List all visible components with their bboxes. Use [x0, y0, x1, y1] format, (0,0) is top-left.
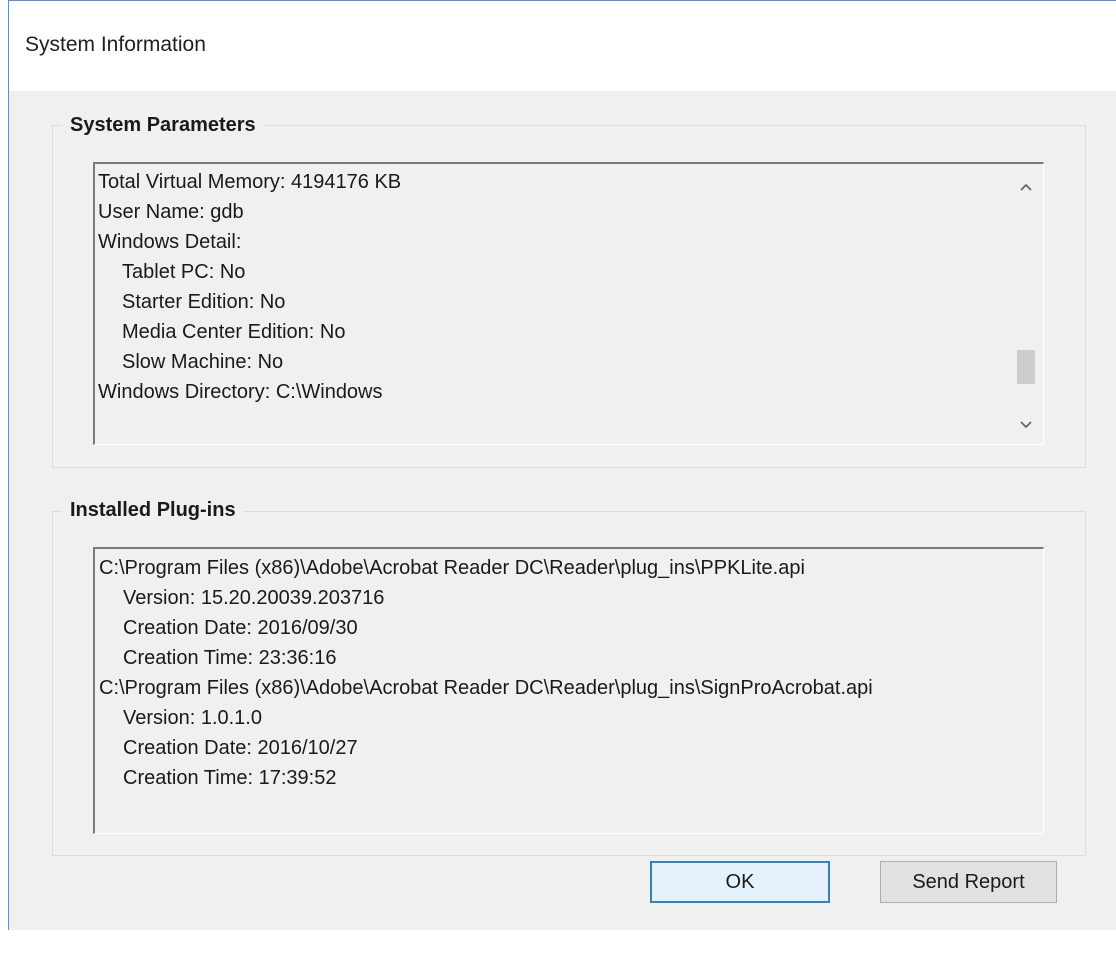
send-report-button[interactable]: Send Report [880, 861, 1057, 903]
system-information-dialog: System Information System Parameters Tot… [8, 0, 1116, 930]
list-item: Version: 1.0.1.0 [123, 707, 262, 729]
installed-plugins-lines: C:\Program Files (x86)\Adobe\Acrobat Rea… [99, 553, 873, 793]
chevron-down-icon[interactable] [1009, 408, 1043, 442]
chevron-up-icon[interactable] [1009, 170, 1043, 204]
installed-plugins-listbox[interactable]: C:\Program Files (x86)\Adobe\Acrobat Rea… [93, 547, 1044, 834]
title-bar[interactable]: System Information [9, 1, 1116, 91]
system-parameters-listbox[interactable]: Total Virtual Memory: 4194176 KB User Nam… [93, 162, 1044, 445]
list-item: Creation Time: 17:39:52 [123, 767, 337, 789]
list-item: User Name: gdb [98, 201, 244, 223]
list-item: Starter Edition: No [122, 291, 286, 313]
list-item: C:\Program Files (x86)\Adobe\Acrobat Rea… [99, 557, 805, 579]
list-item: Version: 15.20.20039.203716 [123, 587, 385, 609]
system-parameters-lines: Total Virtual Memory: 4194176 KB User Nam… [98, 167, 401, 407]
list-item: Windows Detail: [98, 231, 242, 253]
list-item: Slow Machine: No [122, 351, 284, 373]
list-item: Creation Date: 2016/10/27 [123, 737, 358, 759]
list-item: Windows Directory: C:\Windows [98, 381, 383, 403]
scroll-thumb[interactable] [1017, 350, 1035, 385]
ok-button[interactable]: OK [650, 861, 830, 903]
system-parameters-scrollbar[interactable] [1009, 164, 1043, 444]
list-item: Media Center Edition: No [122, 321, 346, 343]
installed-plugins-label: Installed Plug-ins [62, 499, 244, 522]
window-title: System Information [25, 33, 206, 56]
system-parameters-label: System Parameters [62, 114, 264, 137]
list-item: Creation Date: 2016/09/30 [123, 617, 358, 639]
list-item: Tablet PC: No [122, 261, 246, 283]
list-item: Total Virtual Memory: 4194176 KB [98, 171, 402, 193]
list-item: C:\Program Files (x86)\Adobe\Acrobat Rea… [99, 677, 873, 699]
list-item: Creation Time: 23:36:16 [123, 647, 337, 669]
